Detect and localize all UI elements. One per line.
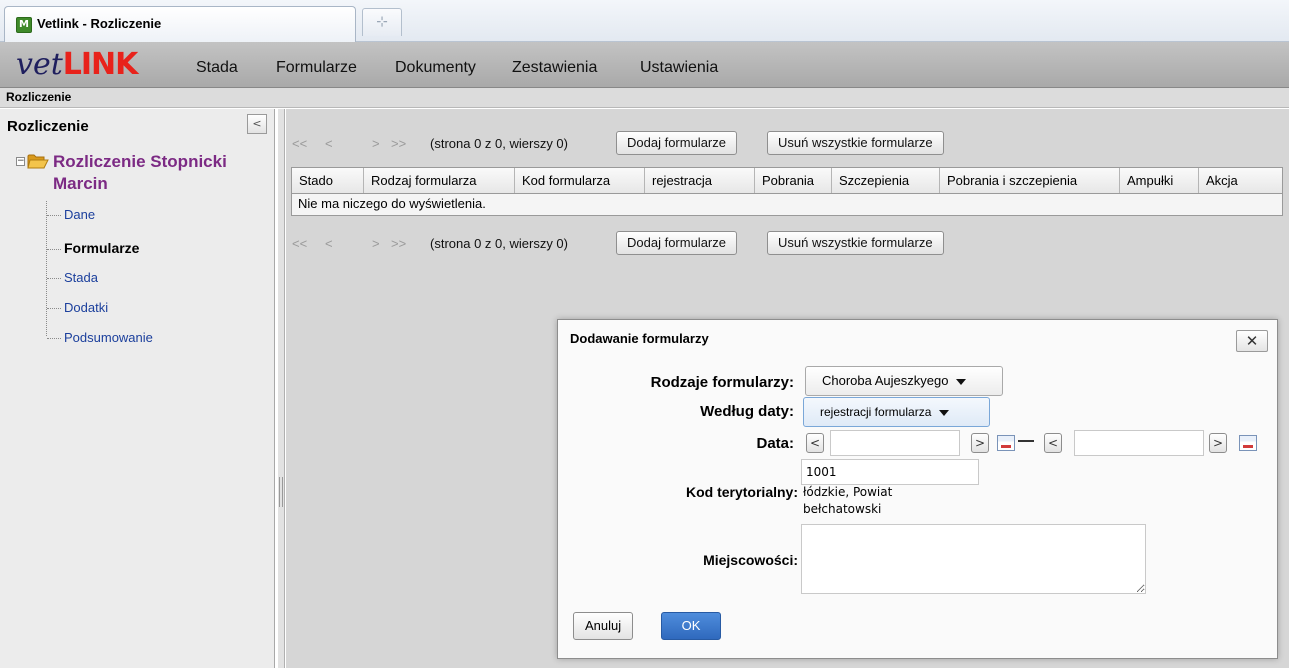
date-to-next-button[interactable]: >	[1209, 433, 1227, 453]
add-forms-button[interactable]: Dodaj formularze	[616, 131, 737, 155]
remove-all-forms-button[interactable]: Usuń wszystkie formularze	[767, 131, 944, 155]
prev-page-button[interactable]: <	[325, 136, 333, 151]
tree-item-formularze[interactable]: Formularze	[64, 240, 139, 256]
logo-suffix: LINK	[62, 47, 139, 82]
browser-tab-title: Vetlink - Rozliczenie	[37, 16, 162, 31]
territory-code-input[interactable]	[801, 459, 979, 485]
breadcrumb: Rozliczenie	[6, 90, 72, 104]
tree-item-podsumowanie[interactable]: Podsumowanie	[64, 330, 153, 345]
breadcrumb-bar: Rozliczenie	[0, 88, 1289, 108]
pager-info: (strona 0 z 0, wierszy 0)	[430, 236, 568, 251]
vetlink-favicon-icon: M	[16, 17, 32, 33]
sidebar: Rozliczenie < − Rozliczenie Stopnicki Ma…	[0, 109, 275, 668]
vetlink-logo: vetLINK	[16, 46, 139, 84]
column-header[interactable]: Ampułki	[1120, 168, 1199, 193]
tree-root-label[interactable]: Rozliczenie Stopnicki Marcin	[53, 151, 273, 195]
sidebar-title: Rozliczenie	[7, 118, 89, 135]
tree-connector	[47, 215, 61, 216]
territory-description: łódzkie, Powiat bełchatowski	[803, 484, 953, 518]
splitter-grip-icon[interactable]	[279, 477, 283, 507]
tree-connector	[47, 249, 61, 250]
calendar-icon[interactable]	[1239, 435, 1257, 451]
column-header[interactable]: Rodzaj formularza	[364, 168, 515, 193]
browser-tab[interactable]: M Vetlink - Rozliczenie	[4, 6, 356, 42]
last-page-button[interactable]: >>	[391, 236, 406, 251]
tree-connector	[47, 278, 61, 279]
territory-line: bełchatowski	[803, 502, 882, 516]
date-to-input[interactable]	[1074, 430, 1204, 456]
new-tab-button[interactable]: ⊹	[362, 8, 402, 36]
tree-item-stada[interactable]: Stada	[64, 270, 98, 285]
tree-connector	[46, 201, 47, 336]
places-label: Miejscowości:	[703, 552, 798, 568]
chevron-down-icon	[939, 409, 950, 416]
date-label: Data:	[756, 435, 794, 452]
grid-header: Stado Rodzaj formularza Kod formularza r…	[292, 168, 1282, 194]
column-header[interactable]: Kod formularza	[515, 168, 645, 193]
remove-all-forms-button[interactable]: Usuń wszystkie formularze	[767, 231, 944, 255]
by-date-label: Według daty:	[700, 403, 794, 420]
cancel-button[interactable]: Anuluj	[573, 612, 634, 640]
app-header: vetLINK Stada Formularze Dokumenty Zesta…	[0, 42, 1289, 88]
close-icon[interactable]: ✕	[1236, 330, 1268, 352]
column-header[interactable]: rejestracja	[645, 168, 755, 193]
panel-splitter[interactable]	[278, 109, 285, 668]
ok-button[interactable]: OK	[661, 612, 721, 640]
nav-dokumenty[interactable]: Dokumenty	[395, 59, 476, 77]
date-range-separator	[1018, 440, 1034, 442]
form-types-label: Rodzaje formularzy:	[650, 374, 794, 391]
collapse-sidebar-button[interactable]: <	[247, 114, 267, 134]
nav-ustawienia[interactable]: Ustawienia	[640, 59, 718, 77]
tree-connector	[47, 308, 61, 309]
by-date-select[interactable]: rejestracji formularza	[803, 397, 990, 427]
column-header[interactable]: Stado	[292, 168, 364, 193]
dialog-title: Dodawanie formularzy	[570, 331, 709, 346]
prev-page-button[interactable]: <	[325, 236, 333, 251]
nav-formularze[interactable]: Formularze	[276, 59, 357, 77]
tree-item-dodatki[interactable]: Dodatki	[64, 300, 108, 315]
chevron-down-icon	[956, 378, 967, 385]
tree-collapse-icon[interactable]: −	[16, 157, 25, 166]
column-header[interactable]: Akcja	[1199, 168, 1282, 193]
places-textarea[interactable]	[801, 524, 1146, 594]
date-from-next-button[interactable]: >	[971, 433, 989, 453]
forms-grid: Stado Rodzaj formularza Kod formularza r…	[291, 167, 1283, 216]
last-page-button[interactable]: >>	[391, 136, 406, 151]
form-types-value: Choroba Aujeszkyego	[822, 373, 949, 388]
nav-stada[interactable]: Stada	[196, 59, 238, 77]
by-date-value: rejestracji formularza	[820, 405, 932, 419]
browser-tab-strip: M Vetlink - Rozliczenie ⊹	[0, 0, 1289, 42]
date-from-input[interactable]	[830, 430, 960, 456]
folder-icon	[27, 154, 49, 169]
date-from-prev-button[interactable]: <	[806, 433, 824, 453]
next-page-button[interactable]: >	[372, 236, 380, 251]
logo-prefix: vet	[16, 47, 63, 82]
first-page-button[interactable]: <<	[292, 236, 307, 251]
column-header[interactable]: Pobrania	[755, 168, 832, 193]
calendar-icon[interactable]	[997, 435, 1015, 451]
form-types-select[interactable]: Choroba Aujeszkyego	[805, 366, 1003, 396]
pager-info: (strona 0 z 0, wierszy 0)	[430, 136, 568, 151]
first-page-button[interactable]: <<	[292, 136, 307, 151]
tree-item-dane[interactable]: Dane	[64, 207, 95, 222]
territory-line: łódzkie, Powiat	[803, 485, 893, 499]
column-header[interactable]: Szczepienia	[832, 168, 940, 193]
territory-label: Kod terytorialny:	[685, 484, 798, 500]
add-forms-button[interactable]: Dodaj formularze	[616, 231, 737, 255]
nav-zestawienia[interactable]: Zestawienia	[512, 59, 597, 77]
tree-connector	[47, 338, 61, 339]
date-to-prev-button[interactable]: <	[1044, 433, 1062, 453]
column-header[interactable]: Pobrania i szczepienia	[940, 168, 1120, 193]
grid-empty-message: Nie ma niczego do wyświetlenia.	[292, 194, 1282, 215]
next-page-button[interactable]: >	[372, 136, 380, 151]
